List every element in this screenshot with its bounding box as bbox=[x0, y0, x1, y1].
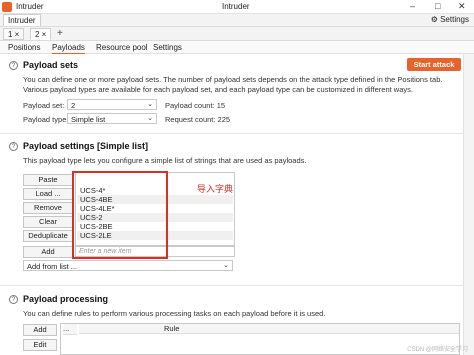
tab-resource-pool[interactable]: Resource pool bbox=[96, 43, 148, 52]
attack-tab-2[interactable]: 2 × bbox=[30, 28, 52, 40]
load-button[interactable]: Load ... bbox=[23, 188, 73, 200]
payload-sets-description: You can define one or more payload sets.… bbox=[23, 75, 443, 94]
tab-payloads[interactable]: Payloads bbox=[52, 43, 85, 54]
payload-set-select[interactable]: 2 ⌄ bbox=[67, 99, 157, 110]
vertical-scrollbar[interactable] bbox=[463, 54, 474, 355]
menu-bar bbox=[0, 14, 474, 27]
start-attack-button[interactable]: Start attack bbox=[407, 58, 461, 71]
payload-type-value: Simple list bbox=[71, 115, 106, 124]
maximize-button[interactable]: □ bbox=[435, 1, 440, 11]
add-from-list-value: Add from list ... bbox=[27, 262, 78, 271]
attack-tab-row bbox=[0, 27, 474, 41]
annotation-highlight-box bbox=[72, 171, 168, 259]
payload-sets-title: Payload sets bbox=[23, 60, 79, 70]
tab-settings[interactable]: Settings bbox=[153, 43, 182, 52]
settings-button[interactable]: ⚙ Settings bbox=[431, 15, 469, 24]
chevron-down-icon: ⌄ bbox=[223, 262, 229, 269]
add-rule-button[interactable]: Add bbox=[23, 324, 57, 336]
help-icon[interactable]: ? bbox=[9, 142, 18, 151]
app-title: Intruder bbox=[16, 2, 44, 11]
column-header-enabled[interactable]: ... bbox=[63, 324, 77, 335]
gear-icon: ⚙ bbox=[430, 15, 438, 24]
minimize-button[interactable]: – bbox=[410, 1, 415, 11]
payload-settings-description: This payload type lets you configure a s… bbox=[23, 156, 307, 165]
clear-button[interactable]: Clear bbox=[23, 216, 73, 228]
payload-set-label: Payload set: bbox=[23, 101, 65, 110]
add-item-button[interactable]: Add bbox=[23, 246, 73, 258]
section-divider bbox=[0, 133, 474, 134]
edit-rule-button[interactable]: Edit bbox=[23, 339, 57, 351]
annotation-label: 导入字典 bbox=[197, 184, 234, 194]
processing-rules-table[interactable]: ... Rule bbox=[60, 323, 460, 355]
add-from-list-select[interactable]: Add from list ... ⌄ bbox=[23, 260, 233, 271]
help-icon[interactable]: ? bbox=[9, 61, 18, 70]
payload-processing-title: Payload processing bbox=[23, 294, 109, 304]
watermark: CSDN @网络安全学习 bbox=[407, 347, 468, 353]
intruder-menu-tab[interactable]: Intruder bbox=[3, 14, 41, 26]
payload-set-value: 2 bbox=[71, 101, 76, 110]
request-count: Request count: 225 bbox=[165, 115, 231, 124]
remove-button[interactable]: Remove bbox=[23, 202, 73, 214]
tab-positions[interactable]: Positions bbox=[8, 43, 40, 52]
attack-tab-1[interactable]: 1 × bbox=[3, 28, 25, 40]
chevron-down-icon: ⌄ bbox=[147, 101, 153, 108]
settings-label: Settings bbox=[440, 15, 469, 24]
payload-type-label: Payload type: bbox=[23, 115, 69, 124]
payload-count: Payload count: 15 bbox=[165, 101, 226, 110]
section-divider bbox=[0, 285, 474, 286]
payload-settings-title: Payload settings [Simple list] bbox=[23, 141, 149, 151]
payload-processing-description: You can define rules to perform various … bbox=[23, 309, 326, 318]
burp-logo-icon bbox=[2, 2, 12, 12]
column-header-rule[interactable]: Rule bbox=[79, 324, 459, 334]
chevron-down-icon: ⌄ bbox=[147, 115, 153, 122]
help-icon[interactable]: ? bbox=[9, 295, 18, 304]
payload-type-select[interactable]: Simple list ⌄ bbox=[67, 113, 157, 124]
window-title: Intruder bbox=[222, 2, 250, 11]
close-button[interactable]: ✕ bbox=[458, 1, 466, 12]
add-tab-button[interactable]: + bbox=[57, 28, 63, 39]
deduplicate-button[interactable]: Deduplicate bbox=[23, 230, 73, 242]
paste-button[interactable]: Paste bbox=[23, 174, 73, 186]
